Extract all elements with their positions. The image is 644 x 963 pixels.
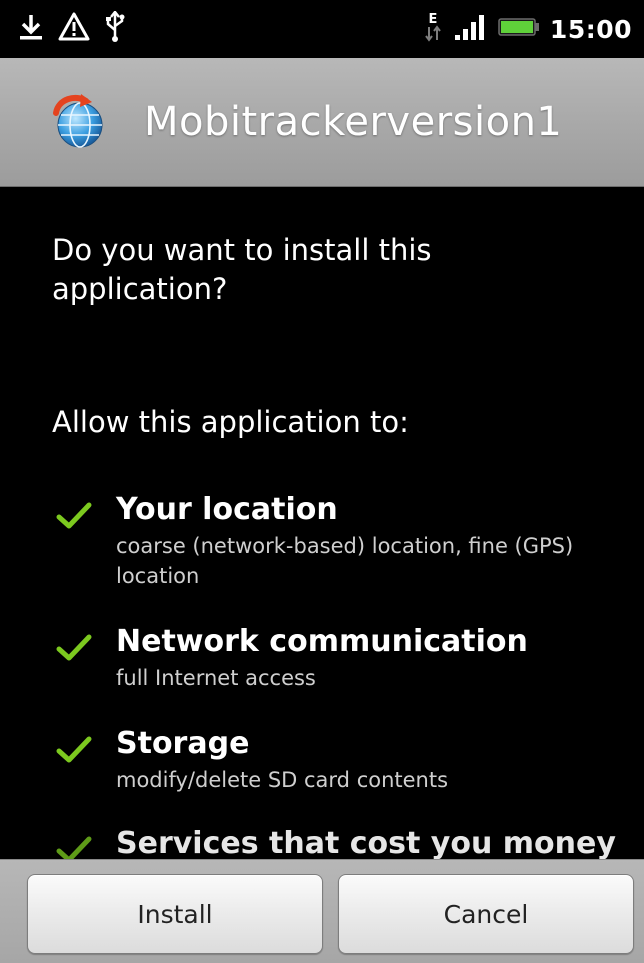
- download-icon: [18, 13, 44, 45]
- permission-title: Your location: [116, 492, 338, 527]
- globe-app-icon: [50, 93, 108, 151]
- status-bar-right: E 15:00: [422, 10, 644, 48]
- permission-title: Storage: [116, 726, 250, 761]
- permission-description: full Internet access: [116, 666, 316, 690]
- permission-title: Network communication: [116, 624, 528, 659]
- allow-heading: Allow this application to:: [52, 405, 409, 439]
- check-icon: [56, 835, 92, 859]
- install-button[interactable]: Install: [27, 874, 323, 954]
- permission-description: modify/delete SD card contents: [116, 768, 449, 792]
- status-bar: E 15:00: [0, 0, 644, 58]
- check-icon: [56, 501, 92, 531]
- install-question: Do you want to install this application?: [52, 233, 432, 306]
- permission-description: coarse (network-based) location, fine (G…: [116, 534, 574, 588]
- warning-icon: [58, 12, 90, 46]
- network-type-label: E: [428, 12, 437, 27]
- clock: 15:00: [549, 14, 632, 44]
- app-title: Mobitrackerversion1: [144, 99, 563, 145]
- check-icon: [56, 735, 92, 765]
- status-bar-left: [0, 9, 126, 47]
- title-bar: Mobitrackerversion1: [0, 58, 644, 187]
- battery-icon: [498, 16, 540, 42]
- check-icon: [56, 633, 92, 663]
- data-edge-icon: E: [422, 10, 444, 48]
- usb-icon: [104, 9, 126, 47]
- install-content[interactable]: Do you want to install this application?…: [0, 187, 644, 859]
- button-bar: Install Cancel: [0, 859, 644, 963]
- signal-icon: [454, 13, 488, 45]
- permission-title: Services that cost you money: [116, 826, 616, 859]
- cancel-button[interactable]: Cancel: [338, 874, 634, 954]
